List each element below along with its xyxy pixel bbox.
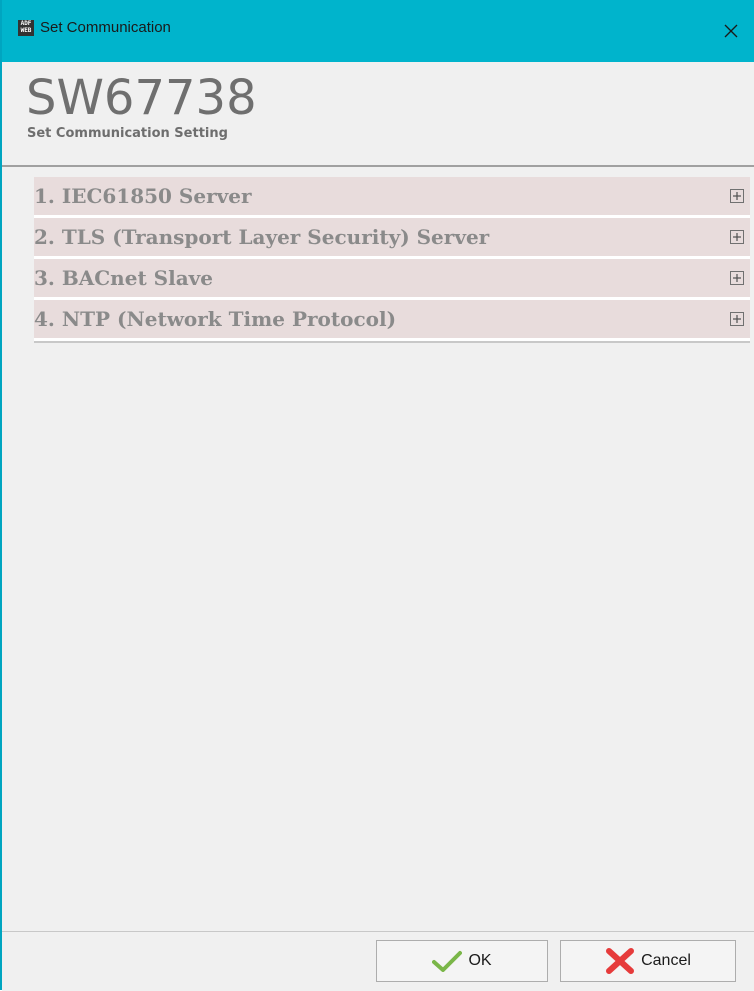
app-icon-label-bottom: WEB <box>20 27 32 34</box>
page-header: SW67738 Set Communication Setting <box>2 62 754 166</box>
expand-plus-icon[interactable] <box>730 312 744 326</box>
expand-plus-icon[interactable] <box>730 271 744 285</box>
title-bar[interactable]: ADF WEB Set Communication <box>2 0 754 62</box>
section-iec61850-server[interactable]: 1. IEC61850 Server <box>34 177 750 218</box>
window-title: Set Communication <box>40 19 171 36</box>
section-bacnet-slave[interactable]: 3. BACnet Slave <box>34 259 750 300</box>
close-icon <box>724 24 738 38</box>
checkmark-icon <box>432 951 463 972</box>
section-label: 1. IEC61850 Server <box>34 184 252 208</box>
ok-button[interactable]: OK <box>376 940 548 982</box>
dialog-footer: OK Cancel <box>2 931 754 991</box>
app-icon-label-top: ADF <box>20 20 32 27</box>
section-ntp[interactable]: 4. NTP (Network Time Protocol) <box>34 300 750 341</box>
cancel-x-icon <box>606 948 635 974</box>
expand-plus-icon[interactable] <box>730 230 744 244</box>
ok-label: OK <box>468 952 492 969</box>
set-communication-window: ADF WEB Set Communication SW67738 Set Co… <box>0 0 754 991</box>
section-label: 4. NTP (Network Time Protocol) <box>34 307 397 331</box>
sections-panel: 1. IEC61850 Server 2. TLS (Transport Lay… <box>2 165 754 933</box>
cancel-label: Cancel <box>641 952 691 969</box>
section-tls-server[interactable]: 2. TLS (Transport Layer Security) Server <box>34 218 750 259</box>
adfweb-app-icon: ADF WEB <box>18 20 34 36</box>
close-button[interactable] <box>708 0 754 62</box>
cancel-button[interactable]: Cancel <box>560 940 736 982</box>
product-code: SW67738 <box>26 70 257 126</box>
page-subtitle: Set Communication Setting <box>27 126 228 141</box>
expand-plus-icon[interactable] <box>730 189 744 203</box>
section-label: 3. BACnet Slave <box>34 266 213 290</box>
section-label: 2. TLS (Transport Layer Security) Server <box>34 225 490 249</box>
